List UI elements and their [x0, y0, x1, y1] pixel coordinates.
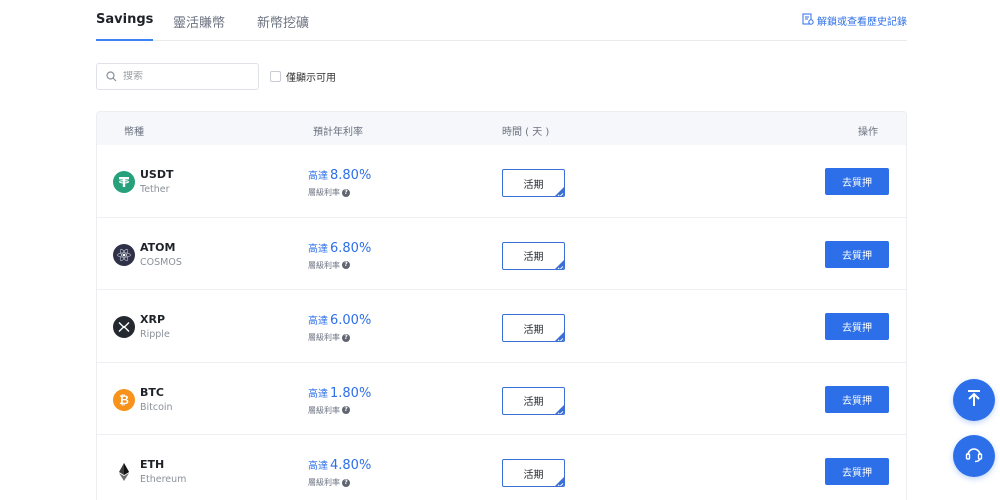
coin-name: Ripple — [140, 329, 170, 340]
header-action: 操作 — [858, 127, 878, 138]
tab-new-coin-mining[interactable]: 新幣挖礦 — [257, 12, 309, 41]
period-label: 活期 — [523, 397, 544, 408]
rate-prefix: 高達 — [308, 243, 328, 255]
check-icon — [557, 409, 564, 414]
tab-flexible-earn[interactable]: 靈活賺幣 — [173, 12, 225, 41]
rate: 高達 6.80% — [308, 240, 371, 256]
xrp-icon — [113, 316, 135, 338]
tier-rate-info[interactable]: 層級利率 ? — [308, 260, 350, 271]
table-row: XRP Ripple 高達 6.00% 層級利率 ? 活期 去質押 — [97, 290, 906, 363]
question-icon[interactable]: ? — [342, 406, 350, 414]
rate: 高達 4.80% — [308, 457, 371, 473]
coin-name: COSMOS — [140, 256, 182, 268]
available-only-toggle[interactable]: 僅顯示可用 — [270, 69, 336, 84]
check-icon — [557, 264, 564, 269]
history-link-label: 解鎖或查看歷史記錄 — [817, 17, 907, 28]
rate: 高達 8.80% — [308, 167, 371, 183]
rate: 高達 1.80% — [308, 385, 371, 401]
available-only-label: 僅顯示可用 — [286, 73, 336, 84]
period-option-flexible[interactable]: 活期 — [502, 169, 565, 197]
table-row: ₿ BTC Bitcoin 高達 1.80% 層級利率 ? 活期 去質押 — [97, 363, 906, 435]
headset-icon — [963, 443, 985, 469]
period-option-flexible[interactable]: 活期 — [502, 386, 565, 415]
coin-name: Bitcoin — [140, 401, 173, 413]
pledge-button[interactable]: 去質押 — [825, 385, 889, 413]
tier-rate-label: 層級利率 — [308, 478, 340, 487]
btc-icon: ₿ — [113, 388, 135, 411]
period-option-flexible[interactable]: 活期 — [502, 314, 565, 342]
header-time: 時間 ( 天 ) — [502, 127, 550, 138]
coin-symbol: USDT — [140, 168, 174, 181]
pledge-button[interactable]: 去質押 — [825, 240, 889, 268]
svg-text:₿: ₿ — [119, 393, 129, 407]
pledge-button[interactable]: 去質押 — [825, 458, 889, 485]
question-icon[interactable]: ? — [342, 261, 350, 269]
available-only-checkbox[interactable] — [270, 71, 281, 82]
coin-name: Ethereum — [140, 474, 187, 485]
question-icon[interactable]: ? — [342, 478, 350, 487]
history-link[interactable]: 解鎖或查看歷史記錄 — [802, 13, 907, 28]
period-label: 活期 — [523, 324, 544, 336]
savings-page: Savings 靈活賺幣 新幣挖礦 解鎖或查看歷史記錄 僅顯示可用 幣種 預計年… — [0, 0, 1000, 500]
rate-prefix: 高達 — [308, 461, 328, 472]
rate-value: 6.00% — [330, 313, 372, 328]
arrow-up-icon — [963, 387, 985, 413]
tab-savings[interactable]: Savings — [96, 12, 154, 41]
search-icon — [106, 67, 123, 86]
table-row: ATOM COSMOS 高達 6.80% 層級利率 ? 活期 去質押 — [97, 218, 906, 290]
question-icon[interactable]: ? — [342, 188, 350, 197]
check-icon — [557, 481, 564, 486]
coin-symbol: XRP — [140, 313, 166, 326]
header-coin: 幣種 — [124, 127, 144, 138]
rate-prefix: 高達 — [308, 316, 328, 327]
tier-rate-info[interactable]: 層級利率 ? — [308, 477, 350, 488]
table-row: USDT Tether 高達 8.80% 層級利率 ? 活期 去質押 — [97, 145, 906, 218]
period-option-flexible[interactable]: 活期 — [502, 459, 565, 487]
header-rate: 預計年利率 — [313, 127, 363, 138]
rate-prefix: 高達 — [308, 388, 328, 400]
coin-symbol: ETH — [140, 458, 165, 471]
tier-rate-label: 層級利率 — [308, 333, 340, 342]
period-label: 活期 — [523, 252, 544, 263]
rate-value: 4.80% — [330, 458, 372, 473]
check-icon — [557, 191, 564, 196]
pledge-button[interactable]: 去質押 — [825, 313, 889, 340]
search-box[interactable] — [96, 63, 259, 90]
usdt-icon — [113, 171, 135, 193]
savings-table: 幣種 預計年利率 時間 ( 天 ) 操作 USDT Tether 高達 8.80… — [96, 111, 907, 500]
tier-rate-info[interactable]: 層級利率 ? — [308, 405, 350, 416]
search-input[interactable] — [123, 71, 243, 82]
atom-icon — [113, 243, 135, 266]
customer-support-button[interactable] — [953, 435, 995, 477]
rate-value: 6.80% — [330, 240, 372, 256]
tier-rate-label: 層級利率 — [308, 188, 340, 197]
rate-value: 8.80% — [330, 168, 372, 183]
rate-prefix: 高達 — [308, 171, 328, 182]
record-icon — [802, 13, 814, 28]
tier-rate-label: 層級利率 — [308, 260, 340, 270]
eth-icon — [113, 461, 135, 483]
coin-symbol: ATOM — [140, 240, 176, 254]
tier-rate-info[interactable]: 層級利率 ? — [308, 332, 350, 343]
question-icon[interactable]: ? — [342, 333, 350, 342]
tier-rate-label: 層級利率 — [308, 405, 340, 415]
period-label: 活期 — [523, 469, 544, 481]
table-row: ETH Ethereum 高達 4.80% 層級利率 ? 活期 去質押 — [97, 435, 906, 500]
rate-value: 1.80% — [330, 385, 372, 401]
back-to-top-button[interactable] — [953, 379, 995, 421]
pledge-button[interactable]: 去質押 — [825, 168, 889, 195]
period-option-flexible[interactable]: 活期 — [502, 241, 565, 270]
coin-name: Tether — [140, 184, 170, 195]
table-header: 幣種 預計年利率 時間 ( 天 ) 操作 — [97, 112, 906, 145]
period-label: 活期 — [523, 179, 544, 191]
tier-rate-info[interactable]: 層級利率 ? — [308, 187, 350, 198]
coin-symbol: BTC — [140, 385, 164, 399]
tab-bar: Savings 靈活賺幣 新幣挖礦 解鎖或查看歷史記錄 — [96, 0, 907, 41]
rate: 高達 6.00% — [308, 312, 371, 328]
check-icon — [557, 336, 564, 341]
